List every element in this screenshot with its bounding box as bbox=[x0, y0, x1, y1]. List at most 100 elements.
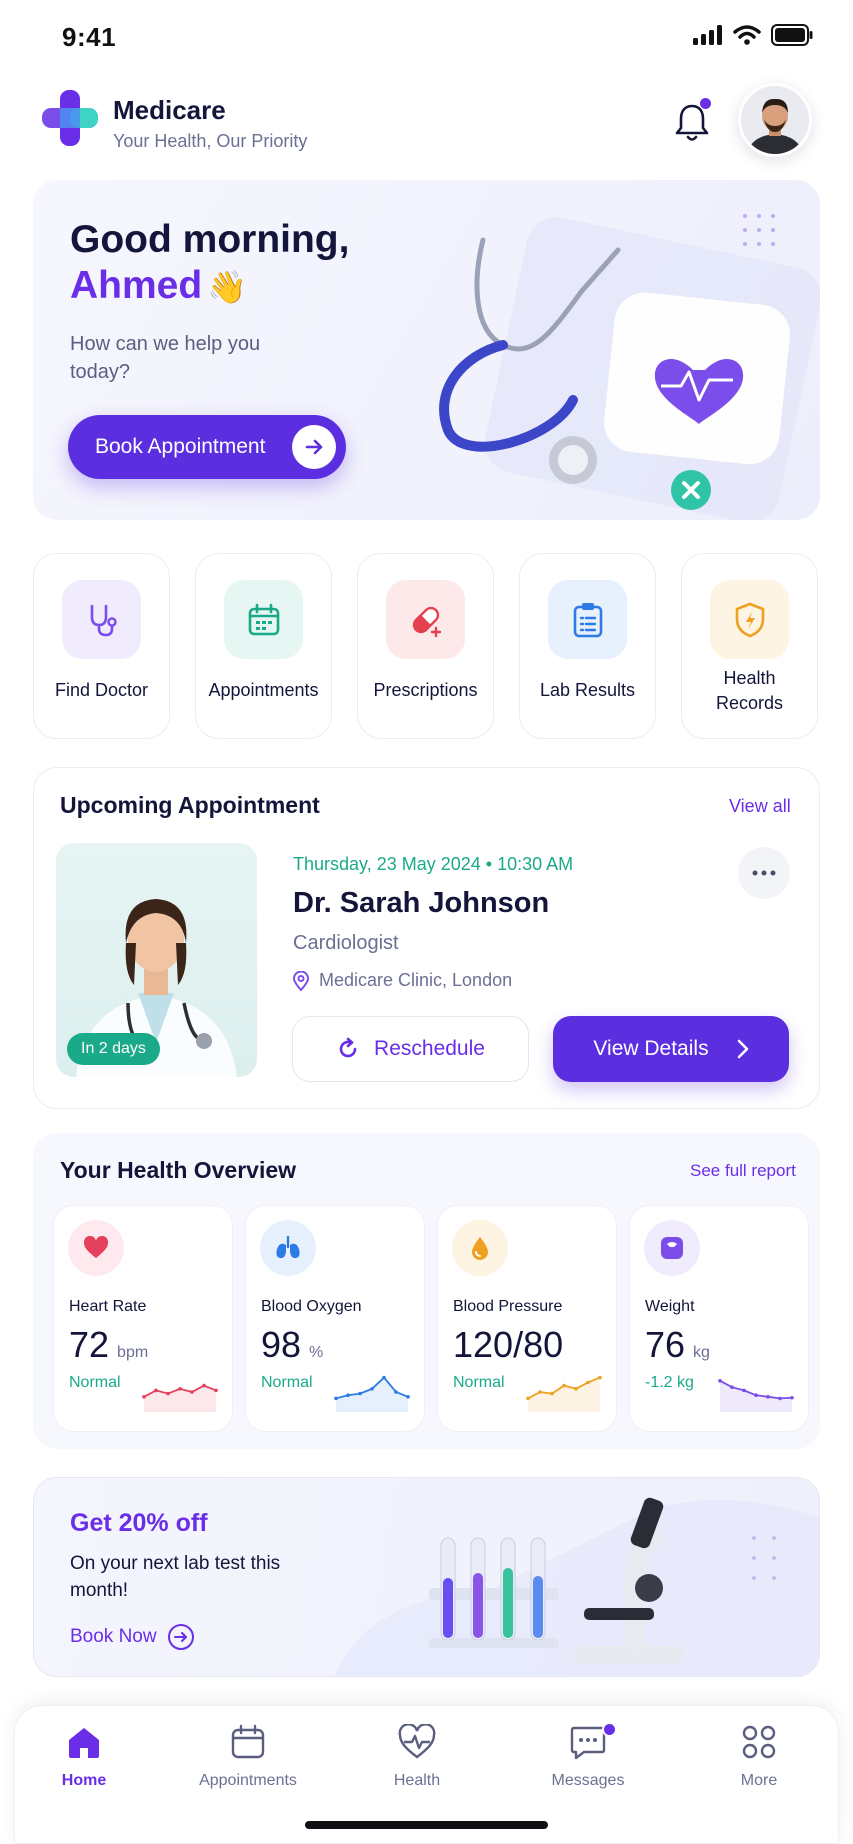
sparkline-point bbox=[742, 1388, 746, 1393]
nav-label: Appointments bbox=[199, 1772, 297, 1789]
dots-decoration bbox=[743, 214, 775, 246]
ellipsis-icon bbox=[752, 870, 776, 876]
nav-appointments[interactable]: Appointments bbox=[183, 1722, 313, 1790]
medicare-logo bbox=[42, 90, 98, 146]
quick-action-appointments[interactable]: Appointments bbox=[195, 553, 332, 739]
sparkline-point bbox=[766, 1395, 770, 1399]
sparkline-point bbox=[562, 1383, 566, 1388]
appointment-time: 10:30 AM bbox=[497, 854, 574, 874]
quick-action-label: Prescriptions bbox=[373, 680, 478, 700]
reschedule-button[interactable]: Reschedule bbox=[292, 1016, 529, 1082]
sparkline-point bbox=[718, 1379, 722, 1383]
metric-value: 98% bbox=[261, 1324, 323, 1366]
view-details-label: View Details bbox=[593, 1037, 709, 1060]
sparkline-point bbox=[598, 1375, 602, 1380]
book-appointment-button[interactable]: Book Appointment bbox=[68, 415, 346, 479]
status-time: 9:41 bbox=[62, 22, 117, 52]
sparkline-point bbox=[142, 1395, 146, 1399]
promo-title: Get 20% off bbox=[70, 1509, 208, 1537]
reschedule-label: Reschedule bbox=[374, 1037, 485, 1060]
sparkline-point bbox=[730, 1385, 734, 1389]
metric-unit: kg bbox=[693, 1344, 710, 1361]
sparkline-point bbox=[346, 1393, 350, 1397]
metric-unit: % bbox=[309, 1344, 324, 1361]
nav-more[interactable]: More bbox=[694, 1722, 824, 1790]
grid-icon bbox=[739, 1722, 779, 1762]
sparkline-point bbox=[334, 1396, 338, 1401]
stethoscope-icon bbox=[62, 580, 141, 659]
refresh-icon bbox=[339, 1037, 357, 1058]
sparkline bbox=[526, 1375, 602, 1412]
avatar[interactable] bbox=[738, 83, 812, 157]
home-indicator bbox=[305, 1821, 548, 1829]
sparkline-point bbox=[154, 1388, 158, 1393]
heart-pulse-icon bbox=[397, 1722, 437, 1762]
nav-messages[interactable]: Messages bbox=[523, 1722, 653, 1790]
metric-unit: bpm bbox=[117, 1344, 149, 1361]
brand-tagline: Your Health, Our Priority bbox=[113, 131, 308, 151]
see-full-report-link[interactable]: See full report bbox=[690, 1161, 796, 1181]
nav-label: Home bbox=[61, 1772, 107, 1789]
metric-card-blood-pressure[interactable]: Blood Pressure 120/80 Normal bbox=[437, 1205, 617, 1432]
sparkline-point bbox=[538, 1390, 542, 1394]
book-now-link[interactable]: Book Now bbox=[70, 1623, 195, 1651]
status-icons bbox=[693, 24, 813, 46]
sparkline-point bbox=[526, 1396, 530, 1401]
quick-action-label: Find Doctor bbox=[54, 680, 149, 700]
quick-action-prescriptions[interactable]: Prescriptions bbox=[357, 553, 494, 739]
calendar-icon bbox=[228, 1722, 268, 1762]
sparkline-point bbox=[406, 1395, 410, 1399]
nav-label: Health bbox=[393, 1772, 441, 1789]
nav-label: More bbox=[740, 1772, 778, 1789]
doctor-specialty: Cardiologist bbox=[293, 932, 399, 954]
metric-value: 76 kg bbox=[645, 1324, 710, 1366]
book-appointment-label: Book Appointment bbox=[95, 435, 266, 458]
appointment-location: Medicare Clinic, London bbox=[293, 970, 512, 991]
metric-value: 72 bpm bbox=[69, 1324, 148, 1366]
metric-value: 120/80 bbox=[453, 1324, 571, 1366]
promo-subtitle: On your next lab test this month! bbox=[70, 1553, 281, 1601]
health-overview-title: Your Health Overview bbox=[60, 1157, 297, 1183]
nav-health[interactable]: Health bbox=[352, 1722, 482, 1790]
book-now-label: Book Now bbox=[70, 1626, 157, 1647]
greeting: Good morning, bbox=[70, 218, 350, 261]
metric-card-heart-rate[interactable]: Heart Rate 72 bpm Normal bbox=[53, 1205, 233, 1432]
quick-action-health-records[interactable]: Health Records bbox=[681, 553, 818, 739]
days-until-badge: In 2 days bbox=[67, 1033, 160, 1065]
nav-label: Messages bbox=[551, 1772, 625, 1789]
brand-name: Medicare bbox=[113, 95, 226, 125]
home-icon bbox=[64, 1722, 104, 1762]
more-options-button[interactable] bbox=[738, 847, 790, 899]
metric-label: Blood Oxygen bbox=[261, 1298, 362, 1315]
quick-action-find-doctor[interactable]: Find Doctor bbox=[33, 553, 170, 739]
arrow-circle-icon bbox=[167, 1624, 194, 1650]
doctor-name: Dr. Sarah Johnson bbox=[293, 887, 550, 919]
location-pin-icon bbox=[293, 970, 309, 991]
metric-status: -1.2 kg bbox=[645, 1374, 694, 1391]
battery-icon bbox=[771, 24, 813, 46]
sparkline-point bbox=[178, 1387, 182, 1391]
sparkline-point bbox=[574, 1387, 578, 1391]
sparkline-point bbox=[754, 1393, 758, 1397]
sparkline-point bbox=[214, 1388, 218, 1393]
avatar-image bbox=[741, 86, 809, 154]
sparkline-point bbox=[166, 1391, 170, 1396]
sparkline-point bbox=[586, 1380, 590, 1385]
view-all-link[interactable]: View all bbox=[729, 796, 791, 817]
dot-separator: • bbox=[485, 854, 498, 874]
metric-number: 120/80 bbox=[453, 1324, 564, 1365]
sparkline-point bbox=[778, 1396, 782, 1401]
quick-action-lab-results[interactable]: Lab Results bbox=[519, 553, 656, 739]
sparkline-point bbox=[790, 1395, 794, 1400]
wave-emoji: 👋 bbox=[207, 269, 247, 305]
metric-number: 76 bbox=[645, 1324, 686, 1365]
metric-card-weight[interactable]: Weight 76 kg -1.2 kg bbox=[629, 1205, 809, 1432]
pill-icon bbox=[386, 580, 465, 659]
view-details-button[interactable]: View Details bbox=[553, 1016, 789, 1082]
wifi-icon bbox=[733, 25, 761, 45]
metric-number: 72 bbox=[69, 1324, 110, 1365]
metric-card-blood-oxygen[interactable]: Blood Oxygen 98% Normal bbox=[245, 1205, 425, 1432]
scale-icon bbox=[644, 1220, 700, 1276]
appointment-datetime: Thursday, 23 May 2024 • 10:30 AM bbox=[293, 854, 573, 875]
nav-home[interactable]: Home bbox=[19, 1722, 149, 1790]
